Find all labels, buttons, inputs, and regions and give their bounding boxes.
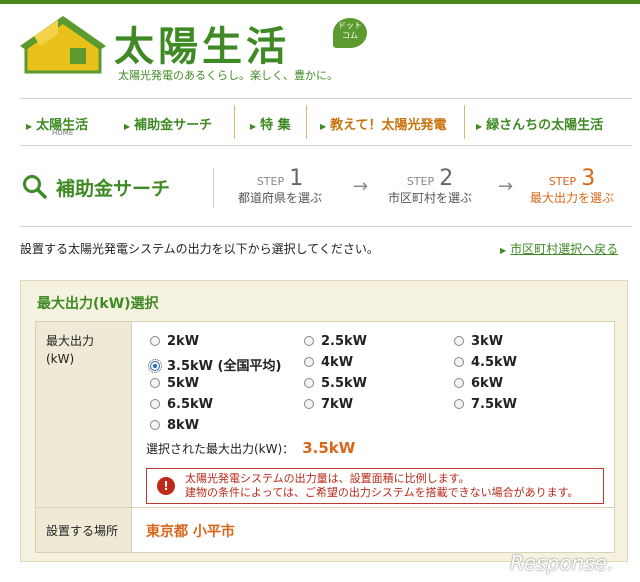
house-logo-icon[interactable] (18, 14, 108, 80)
option-label[interactable]: 7kW (321, 397, 353, 412)
triangle-right-icon: ▶ (250, 122, 257, 131)
triangle-right-icon: ▶ (124, 122, 131, 131)
warning-line: 建物の条件によっては、ご希望の出力システムを搭載できない場合があります。 (185, 486, 579, 499)
option-label[interactable]: 6kW (471, 376, 503, 391)
header-line: 最大出力 (46, 334, 95, 348)
step-number: 1 (289, 166, 304, 191)
nav-label: 特 集 (260, 118, 291, 133)
step-2: STEP 2 市区町村を選ぶ (388, 166, 472, 206)
site-badge: ドット コム (333, 18, 367, 48)
option-label[interactable]: 5.5kW (321, 376, 367, 391)
triangle-right-icon: ▶ (476, 122, 483, 131)
radio-button[interactable] (454, 399, 464, 409)
location-value: 東京都 小平市 (146, 524, 235, 540)
magnifier-icon (22, 174, 48, 204)
radio-button[interactable] (150, 399, 160, 409)
divider (213, 168, 214, 208)
radio-button-selected[interactable] (148, 359, 162, 373)
site-title[interactable]: 太陽生活 (114, 14, 290, 72)
panel-title: 最大出力(kW)選択 (37, 296, 159, 312)
warning-text: 太陽光発電システムの出力量は、設置面積に比例します。 建物の条件によっては、ご希… (185, 472, 578, 500)
nav-label: 補助金サーチ (134, 118, 213, 133)
radio-option-6-5kw[interactable]: 6.5kW (150, 397, 213, 412)
option-label[interactable]: 4.5kW (471, 355, 517, 370)
selected-output-value: 3.5kW (302, 439, 356, 457)
triangle-right-icon: ▶ (320, 122, 327, 131)
step-text: 市区町村を選ぶ (388, 191, 473, 205)
header-line: (kW) (46, 352, 75, 366)
nav-label: 緑さんちの太陽生活 (486, 118, 604, 133)
warning-line: 太陽光発電システムの出力量は、設置面積に比例します。 (185, 472, 470, 485)
output-selection-panel: 最大出力(kW)選択 最大出力 (kW) 2kW 2.5kW 3kW 3.5kW… (20, 280, 628, 562)
step-label: STEP (256, 175, 285, 188)
option-label[interactable]: 3kW (471, 334, 503, 349)
step-label: STEP (406, 175, 435, 188)
step-text: 都道府県を選ぶ (238, 191, 323, 205)
radio-option-4kw[interactable]: 4kW (304, 355, 353, 370)
radio-option-4-5kw[interactable]: 4.5kW (454, 355, 517, 370)
radio-button[interactable] (150, 378, 160, 388)
radio-button[interactable] (150, 420, 160, 430)
step-number: 2 (439, 166, 454, 191)
option-label[interactable]: 2kW (167, 334, 199, 349)
step-number: 3 (581, 166, 596, 191)
step-label: STEP (548, 175, 577, 188)
radio-button[interactable] (304, 357, 314, 367)
nav-divider (464, 105, 465, 139)
back-to-city-link[interactable]: ▶ 市区町村選択へ戻る (500, 240, 618, 257)
radio-option-3kw[interactable]: 3kW (454, 334, 503, 349)
radio-button[interactable] (304, 399, 314, 409)
row-header-max-output: 最大出力 (kW) (36, 322, 132, 508)
page-title: 補助金サーチ (56, 178, 171, 200)
radio-option-2-5kw[interactable]: 2.5kW (304, 334, 367, 349)
radio-option-2kw[interactable]: 2kW (150, 334, 199, 349)
radio-option-6kw[interactable]: 6kW (454, 376, 503, 391)
option-label[interactable]: 2.5kW (321, 334, 367, 349)
top-accent-bar (0, 0, 640, 4)
selected-output-line: 選択された最大出力(kW)： 3.5kW (146, 439, 355, 457)
radio-option-3-5kw[interactable]: 3.5kW (全国平均) (148, 355, 281, 374)
option-label[interactable]: 7.5kW (471, 397, 517, 412)
nav-sub-home: HOME (52, 129, 74, 137)
watermark: Response. (510, 551, 614, 575)
row-header-location: 設置する場所 (36, 508, 132, 552)
radio-button[interactable] (454, 336, 464, 346)
radio-button[interactable] (304, 378, 314, 388)
triangle-right-icon: ▶ (500, 246, 507, 255)
option-label[interactable]: 5kW (167, 376, 199, 391)
warning-box: ! 太陽光発電システムの出力量は、設置面積に比例します。 建物の条件によっては、… (146, 468, 604, 504)
main-nav: ▶ 太陽生活 HOME ▶ 補助金サーチ ▶ 特 集 ▶ 教えて！太陽光発電 ▶ 緑さんち… (20, 98, 632, 146)
selection-table: 最大出力 (kW) 2kW 2.5kW 3kW 3.5kW (全国平均) 4kW… (35, 321, 615, 553)
radio-option-8kw[interactable]: 8kW (150, 418, 199, 433)
site-tagline: 太陽光発電のあるくらし。楽しく、豊かに。 (118, 69, 338, 82)
step-text: 最大出力を選ぶ (530, 191, 615, 205)
step-3-active: STEP 3 最大出力を選ぶ (530, 166, 614, 206)
step-1: STEP 1 都道府県を選ぶ (238, 166, 322, 206)
back-link-label[interactable]: 市区町村選択へ戻る (510, 242, 618, 256)
triangle-right-icon: ▶ (26, 122, 33, 131)
arrow-right-icon: → (498, 176, 514, 197)
option-label[interactable]: 3.5kW (全国平均) (167, 359, 281, 374)
search-steps-row: 補助金サーチ STEP 1 都道府県を選ぶ → STEP 2 市区町村を選ぶ →… (20, 158, 632, 227)
radio-option-7kw[interactable]: 7kW (304, 397, 353, 412)
selected-output-label: 選択された最大出力(kW)： (146, 442, 295, 456)
location-cell: 東京都 小平市 (132, 508, 614, 552)
nav-divider (306, 105, 307, 139)
nav-label: 教えて！太陽光発電 (330, 118, 447, 133)
radio-button[interactable] (150, 336, 160, 346)
radio-button[interactable] (454, 378, 464, 388)
nav-divider (234, 105, 235, 139)
radio-button[interactable] (454, 357, 464, 367)
option-label[interactable]: 8kW (167, 418, 199, 433)
instruction-text: 設置する太陽光発電システムの出力を以下から選択してください。 (20, 242, 379, 256)
radio-option-5kw[interactable]: 5kW (150, 376, 199, 391)
arrow-right-icon: → (353, 176, 369, 197)
exclamation-icon: ! (157, 477, 175, 495)
option-label[interactable]: 6.5kW (167, 397, 213, 412)
option-label[interactable]: 4kW (321, 355, 353, 370)
radio-option-5-5kw[interactable]: 5.5kW (304, 376, 367, 391)
radio-option-7-5kw[interactable]: 7.5kW (454, 397, 517, 412)
output-options-cell: 2kW 2.5kW 3kW 3.5kW (全国平均) 4kW 4.5kW 5kW… (132, 322, 614, 508)
radio-button[interactable] (304, 336, 314, 346)
